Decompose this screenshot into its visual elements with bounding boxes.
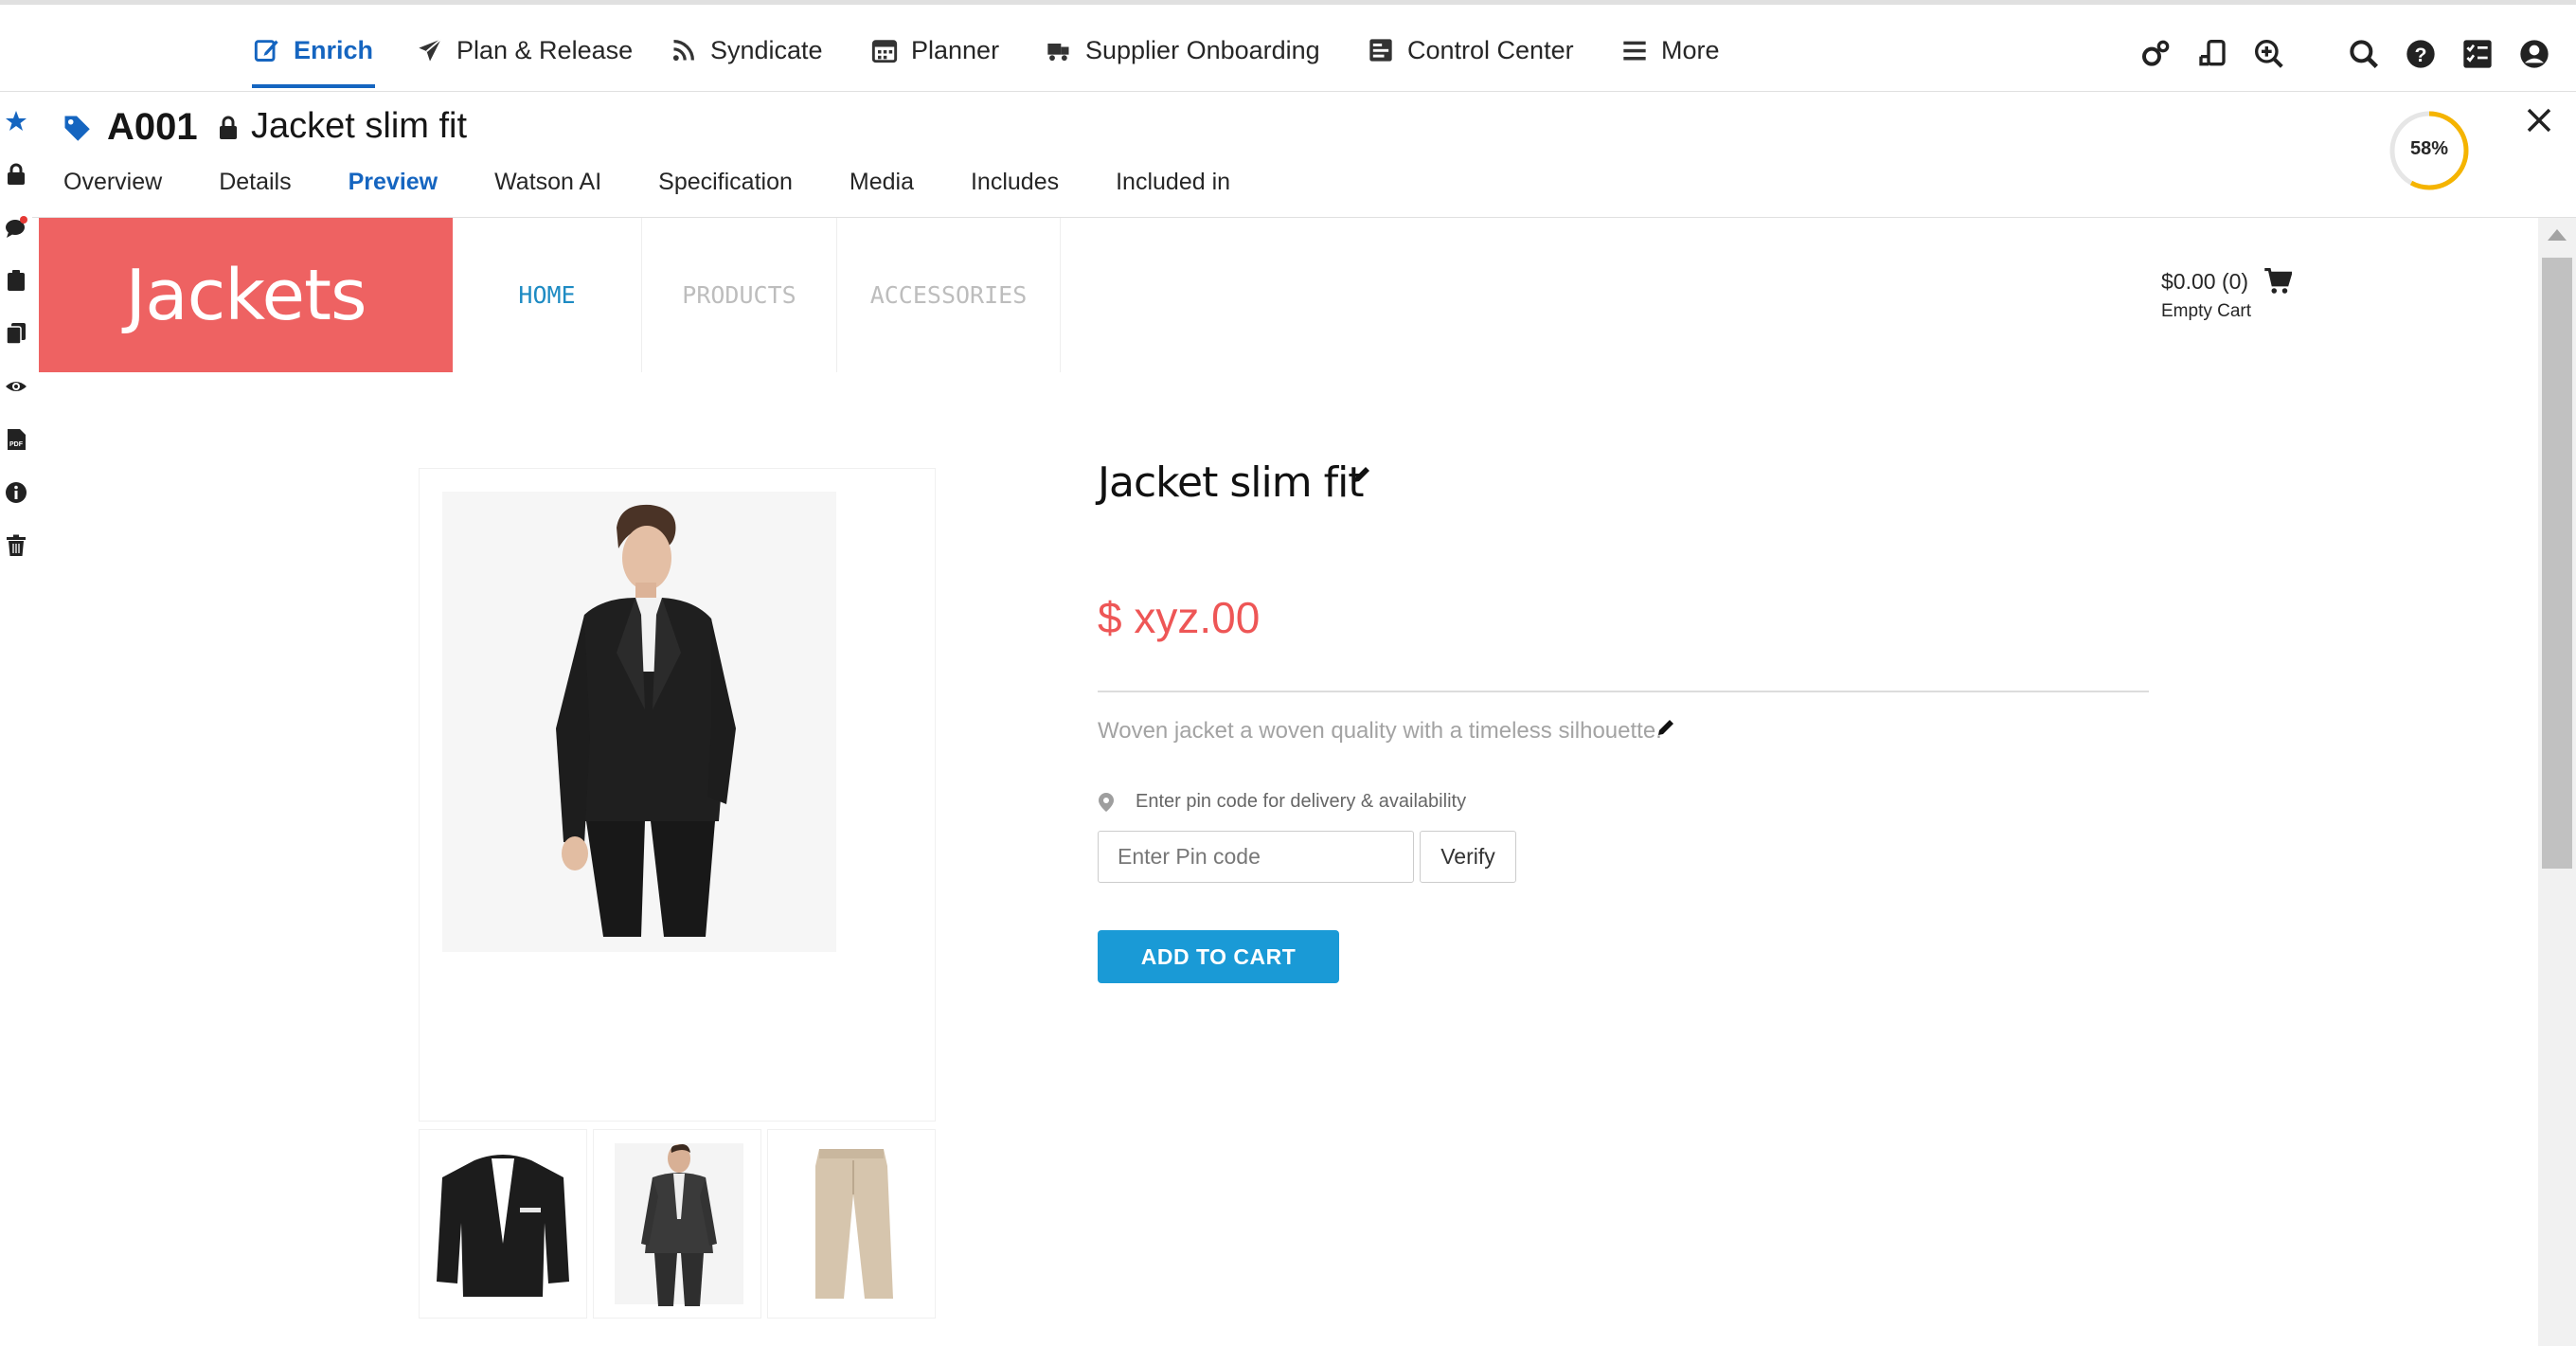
- product-main-image[interactable]: [442, 492, 836, 952]
- shop-nav-accessories[interactable]: ACCESSORIES: [837, 218, 1061, 372]
- left-rail: PDF: [0, 93, 32, 1346]
- truck-icon: [1047, 44, 1069, 62]
- info-icon[interactable]: [5, 481, 27, 504]
- cart-amount: $0.00 (0): [2161, 268, 2249, 294]
- clipboard-icon[interactable]: [5, 269, 27, 292]
- pdf-icon[interactable]: PDF: [5, 428, 27, 451]
- tab-media[interactable]: Media: [850, 169, 914, 216]
- help-icon[interactable]: ?: [2406, 39, 2436, 69]
- rss-icon: [672, 40, 694, 62]
- nav-enrich[interactable]: Enrich: [251, 31, 376, 88]
- verify-button[interactable]: Verify: [1420, 831, 1516, 883]
- nav-enrich-label: Enrich: [294, 35, 374, 64]
- item-name: Jacket slim fit: [251, 106, 468, 146]
- user-icon[interactable]: [2519, 39, 2549, 69]
- entity-tabs: Overview Details Preview Watson AI Speci…: [63, 169, 1287, 231]
- preview-scrollbar[interactable]: [2538, 218, 2576, 1346]
- preview-frame: Jackets HOME PRODUCTS ACCESSORIES $0.00 …: [39, 218, 2537, 1346]
- shop-brand-logo[interactable]: Jackets: [39, 218, 453, 372]
- nav-supplier-onboarding-label: Supplier Onboarding: [1085, 35, 1320, 64]
- item-id: A001: [107, 106, 198, 148]
- dashboard-icon: [1369, 39, 1392, 62]
- nav-supplier-onboarding[interactable]: Supplier Onboarding: [1046, 31, 1320, 69]
- nav-more-label: More: [1661, 35, 1720, 64]
- edit-description-pencil-icon[interactable]: [1655, 717, 1676, 738]
- shop-nav-home[interactable]: HOME: [453, 218, 642, 372]
- nav-planner-label: Planner: [911, 35, 1000, 64]
- tab-preview[interactable]: Preview: [348, 169, 438, 231]
- product-title: Jacket slim fit: [1098, 458, 1365, 507]
- scroll-up-arrow-icon[interactable]: [2548, 229, 2567, 241]
- calendar-icon: [871, 40, 898, 63]
- trash-icon[interactable]: [5, 534, 27, 557]
- cart-summary[interactable]: $0.00 (0): [2161, 267, 2293, 296]
- copy-icon[interactable]: [5, 322, 27, 345]
- nav-control-center-label: Control Center: [1407, 35, 1574, 64]
- search-icon[interactable]: [2349, 39, 2379, 69]
- shop-nav-products[interactable]: PRODUCTS: [642, 218, 837, 372]
- add-to-cart-button[interactable]: ADD TO CART: [1098, 930, 1339, 983]
- thumbnail-jacket[interactable]: [419, 1129, 587, 1319]
- tab-overview[interactable]: Overview: [63, 169, 162, 216]
- thumbnail-model[interactable]: [593, 1129, 761, 1319]
- device-sync-icon[interactable]: [2197, 39, 2227, 69]
- comments-icon[interactable]: [5, 216, 27, 239]
- zoom-in-icon[interactable]: [2254, 39, 2284, 69]
- nav-plan-release[interactable]: Plan & Release: [417, 31, 633, 69]
- cart-status: Empty Cart: [2161, 301, 2252, 321]
- svg-text:?: ?: [2414, 44, 2426, 66]
- star-icon[interactable]: [5, 110, 27, 133]
- edit-icon: [254, 40, 278, 62]
- thumbnail-trousers[interactable]: [767, 1129, 936, 1319]
- top-navigation: Enrich Plan & Release Syndicate Planner …: [0, 0, 2576, 92]
- tab-watson-ai[interactable]: Watson AI: [494, 169, 601, 216]
- svg-text:PDF: PDF: [9, 441, 24, 448]
- rocket-icon: [419, 38, 442, 62]
- eye-icon[interactable]: [5, 375, 27, 398]
- delivery-hint: Enter pin code for delivery & availabili…: [1098, 791, 1466, 813]
- settings-gear-icon[interactable]: [2140, 39, 2171, 69]
- product-image-frame: [419, 468, 936, 1122]
- lock-icon: [218, 116, 239, 140]
- pin-code-input[interactable]: [1098, 831, 1414, 883]
- tab-includes[interactable]: Includes: [971, 169, 1059, 216]
- location-pin-icon: [1099, 792, 1114, 812]
- product-price: $ xyz.00: [1098, 593, 1261, 642]
- nav-syndicate[interactable]: Syndicate: [671, 31, 823, 69]
- shopping-cart-icon: [2264, 267, 2293, 294]
- nav-planner[interactable]: Planner: [871, 31, 999, 69]
- nav-control-center[interactable]: Control Center: [1368, 31, 1574, 69]
- lock-icon[interactable]: [5, 163, 27, 186]
- scroll-thumb[interactable]: [2542, 258, 2572, 869]
- tab-specification[interactable]: Specification: [658, 169, 793, 216]
- delivery-hint-text: Enter pin code for delivery & availabili…: [1136, 791, 1467, 812]
- tab-included-in[interactable]: Included in: [1116, 169, 1230, 216]
- task-list-icon[interactable]: [2462, 39, 2493, 69]
- close-icon[interactable]: [2525, 106, 2553, 135]
- product-description: Woven jacket a woven quality with a time…: [1098, 718, 1662, 744]
- completeness-value: 58%: [2409, 138, 2449, 159]
- tab-details[interactable]: Details: [219, 169, 291, 216]
- nav-more[interactable]: More: [1621, 31, 1720, 69]
- hamburger-icon: [1623, 41, 1646, 61]
- nav-syndicate-label: Syndicate: [710, 35, 823, 64]
- price-divider: [1098, 691, 2149, 692]
- nav-plan-release-label: Plan & Release: [456, 35, 634, 64]
- tag-icon: [63, 114, 91, 142]
- edit-title-pencil-icon[interactable]: [1351, 464, 1372, 485]
